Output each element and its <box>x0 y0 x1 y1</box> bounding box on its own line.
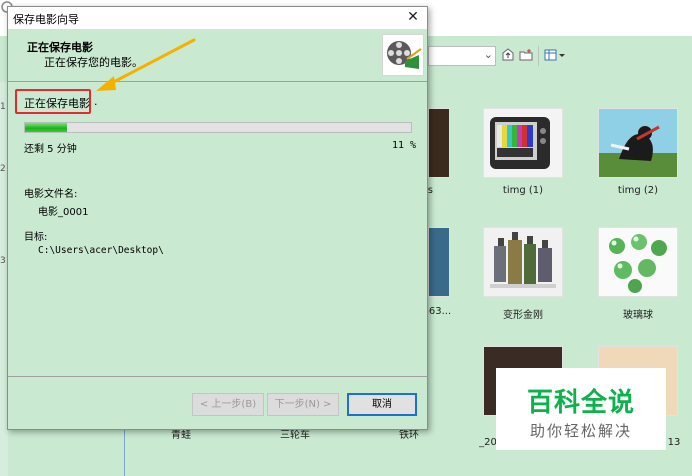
view-menu-icon[interactable] <box>544 47 566 63</box>
thumbnail-label: 13 <box>667 437 681 448</box>
new-folder-icon[interactable] <box>518 47 534 63</box>
watermark-title: 百科全说 <box>526 388 635 418</box>
close-icon[interactable]: ✕ <box>405 9 421 25</box>
file-name-value: 电影_0001 <box>38 207 89 218</box>
progress-percent: 11 % <box>392 140 417 151</box>
thumbnail-timg-1[interactable] <box>483 108 563 178</box>
status-text: 正在保存电影 <box>24 97 90 110</box>
address-bar[interactable]: ⌄ <box>428 46 496 66</box>
time-remaining: 还剩 5 分钟 <box>24 144 77 155</box>
next-button[interactable]: 下一步(N) > <box>267 393 339 416</box>
thumbnail-label: 玻璃球 <box>623 310 653 321</box>
thumbnail-timg-2[interactable] <box>598 108 678 178</box>
watermark-subtitle: 助你轻松解决 <box>529 422 632 440</box>
status-trailing-dot: . <box>94 95 98 108</box>
dialog-titlebar[interactable]: 保存电影向导 ✕ <box>8 7 427 29</box>
thumbnail-label: timg (2) <box>617 185 659 196</box>
progress-bar <box>24 122 412 133</box>
thumbnail-transformers[interactable] <box>483 227 563 297</box>
progress-fill <box>25 123 68 132</box>
save-movie-dialog: 保存电影向导 ✕ 正在保存电影 正在保存您的电影。 正在保存电影 . 还剩 5 … <box>7 6 428 430</box>
glass-marbles-image <box>599 228 677 296</box>
toolbar-divider <box>538 46 539 66</box>
thumbnail-label: 变形金刚 <box>503 310 543 321</box>
target-label: 目标: <box>24 232 48 243</box>
thumbnail-partial[interactable] <box>428 108 450 178</box>
header-divider <box>8 81 427 82</box>
file-name-label: 电影文件名: <box>24 189 78 200</box>
thumbnail-partial[interactable] <box>428 227 450 297</box>
up-folder-icon[interactable] <box>500 47 516 63</box>
thumbnail-marbles[interactable] <box>598 227 678 297</box>
dialog-header: 正在保存电影 正在保存您的电影。 <box>8 29 427 81</box>
header-title: 正在保存电影 <box>27 41 93 54</box>
dialog-title: 保存电影向导 <box>13 13 79 26</box>
thumbnail-label: _20 <box>479 437 497 448</box>
cancel-button[interactable]: 取消 <box>347 393 417 416</box>
target-path: C:\Users\acer\Desktop\ <box>38 245 164 256</box>
nav-number: 1 <box>0 102 6 112</box>
thumbnail-label: timg (1) <box>502 185 544 196</box>
annotation-arrow-icon <box>96 38 196 91</box>
nav-number: 2 <box>0 164 6 174</box>
footer-divider <box>8 376 427 377</box>
watermark-logo: 百科全说 助你轻松解决 <box>496 368 666 450</box>
explorer-toolbar: ⌄ <box>428 44 692 68</box>
robot-figures-image <box>484 228 562 296</box>
back-button[interactable]: < 上一步(B) <box>192 393 264 416</box>
tv-test-pattern-image <box>484 109 562 177</box>
cartoon-image <box>599 109 677 177</box>
film-reel-icon <box>382 34 424 76</box>
chevron-down-icon[interactable]: ⌄ <box>484 48 493 61</box>
nav-number: 3 <box>0 256 6 266</box>
